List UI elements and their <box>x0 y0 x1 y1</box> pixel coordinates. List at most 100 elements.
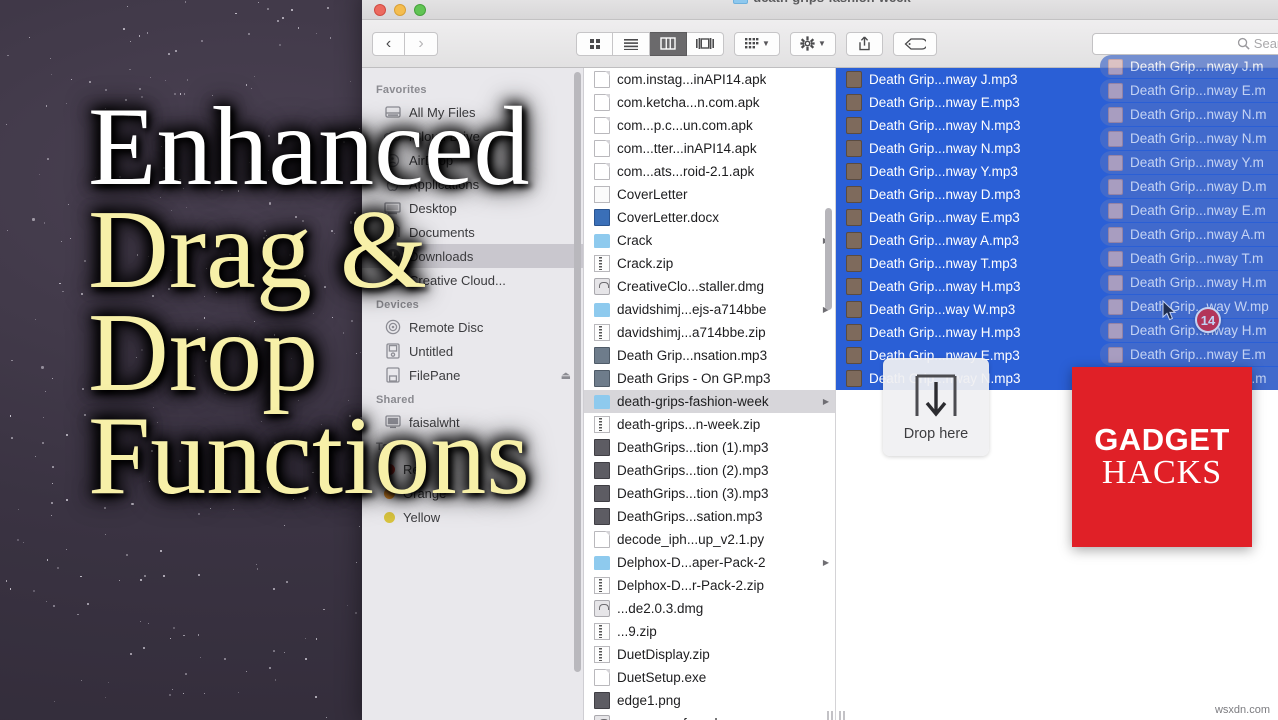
back-button[interactable]: ‹ <box>372 31 405 56</box>
zoom-button[interactable] <box>414 4 426 16</box>
search-field[interactable]: Search <box>1092 32 1278 55</box>
file-row[interactable]: Delphox-D...aper-Pack-2 ▶ <box>584 551 835 574</box>
file-row[interactable]: edge1.png <box>584 689 835 712</box>
file-row[interactable]: davidshimj...ejs-a714bbe▶ <box>584 298 835 321</box>
all-my-files-icon <box>384 105 401 120</box>
selected-file-row[interactable]: Death Grip...nway N.mp3 <box>836 114 1278 137</box>
file-row[interactable]: Crack.zip <box>584 252 835 275</box>
drop-target-panel[interactable]: Drop here <box>883 358 989 456</box>
zip-file-icon <box>594 255 610 272</box>
folder-icon <box>733 0 749 4</box>
sidebar-item-icloud-drive[interactable]: iCloud Drive <box>362 124 583 148</box>
orange-tag-dot <box>384 487 395 499</box>
file-row[interactable]: death-grips...n-week.zip <box>584 413 835 436</box>
sidebar-item-all-my-files[interactable]: All My Files <box>362 100 583 124</box>
file-row[interactable]: DuetDisplay.zip <box>584 643 835 666</box>
selected-file-row[interactable]: Death Grip...nway H.mp3 <box>836 321 1278 344</box>
sidebar-item-red[interactable]: Red <box>362 457 583 481</box>
sidebar-item-downloads[interactable]: Downloads <box>362 244 583 268</box>
sidebar-item-creative-cloud[interactable]: Creative Cloud... <box>362 268 583 292</box>
file-row[interactable]: CoverLetter.docx <box>584 206 835 229</box>
sidebar-item-yellow[interactable]: Yellow <box>362 505 583 529</box>
forward-button[interactable]: › <box>405 31 438 56</box>
file-list-column[interactable]: com.instag...inAPI14.apk com.ketcha...n.c… <box>584 68 836 720</box>
column-view-button[interactable] <box>650 31 687 56</box>
file-row[interactable]: com...p.c...un.com.apk <box>584 114 835 137</box>
disclosure-arrow-icon[interactable]: ▶ <box>823 397 829 406</box>
file-row[interactable]: DuetSetup.exe <box>584 666 835 689</box>
file-name: DeathGrips...tion (1).mp3 <box>617 440 769 455</box>
file-row[interactable]: DeathGrips...sation.mp3 <box>584 505 835 528</box>
nav-buttons[interactable]: ‹ › <box>372 31 438 56</box>
close-button[interactable] <box>374 4 386 16</box>
traffic-lights[interactable] <box>362 4 426 19</box>
tags-button[interactable] <box>893 31 937 56</box>
arrange-button[interactable]: ▼ <box>734 31 780 56</box>
file-row[interactable]: com...tter...inAPI14.apk <box>584 137 835 160</box>
sidebar-item-orange[interactable]: Orange <box>362 481 583 505</box>
tag-icon <box>904 37 926 50</box>
sidebar-item-remote-disc[interactable]: Remote Disc <box>362 315 583 339</box>
selected-file-row[interactable]: Death Grip...nway T.mp3 <box>836 252 1278 275</box>
selected-file-row[interactable]: Death Grip...nway J.mp3 <box>836 68 1278 91</box>
file-row[interactable]: davidshimj...a714bbe.zip <box>584 321 835 344</box>
file-row[interactable]: Death Grip...nsation.mp3 <box>584 344 835 367</box>
list-view-button[interactable] <box>613 31 650 56</box>
file-row[interactable]: Crack▶ <box>584 229 835 252</box>
file-row[interactable]: ...de2.0.3.dmg <box>584 597 835 620</box>
file-row[interactable]: CreativeClo...staller.dmg <box>584 275 835 298</box>
icon-view-button[interactable] <box>576 31 613 56</box>
folder-file-icon <box>594 555 610 570</box>
creative-cloud-icon <box>384 273 401 288</box>
file-row[interactable]: com.instag...inAPI14.apk <box>584 68 835 91</box>
zip-file-icon <box>594 623 610 640</box>
column-resize-grip[interactable] <box>837 706 846 720</box>
minimize-button[interactable] <box>394 4 406 16</box>
action-gear-button[interactable]: ▼ <box>790 31 836 56</box>
selected-file-row[interactable]: Death Grip...way W.mp3 <box>836 298 1278 321</box>
selected-file-row[interactable]: Death Grip...nway E.mp3 <box>836 91 1278 114</box>
sidebar-item-airdrop[interactable]: AirDrop <box>362 148 583 172</box>
file-name: DeathGrips...sation.mp3 <box>617 509 763 524</box>
hard-disk-icon <box>384 343 401 359</box>
file-row[interactable]: CoverLetter <box>584 183 835 206</box>
file-row[interactable]: ems_mac_free.dmg <box>584 712 835 720</box>
sidebar-item-label: faisalwht <box>409 414 460 430</box>
share-button[interactable] <box>846 31 883 56</box>
column-resize-grip[interactable] <box>825 706 834 720</box>
sidebar-item-applications[interactable]: Applications <box>362 172 583 196</box>
yellow-tag-dot <box>384 511 395 523</box>
sidebar-item-desktop[interactable]: Desktop <box>362 196 583 220</box>
file-row[interactable]: death-grips-fashion-week ▶ <box>584 390 835 413</box>
eject-icon[interactable]: ⏏ <box>561 369 571 382</box>
selected-file-row[interactable]: Death Grip...nway N.mp3 <box>836 137 1278 160</box>
sidebar-item-documents[interactable]: Documents <box>362 220 583 244</box>
file-name: Death Grip...nway E.mp3 <box>869 95 1020 110</box>
file-row[interactable]: DeathGrips...tion (3).mp3 <box>584 482 835 505</box>
sidebar-scrollbar[interactable] <box>574 72 581 672</box>
sidebar-item-untitled[interactable]: Untitled <box>362 339 583 363</box>
finder-sidebar[interactable]: Favorites All My Files iCloud Drive AirDrop… <box>362 68 584 720</box>
file-row[interactable]: decode_iph...up_v2.1.py <box>584 528 835 551</box>
file-row[interactable]: Death Grips - On GP.mp3 <box>584 367 835 390</box>
selected-file-row[interactable]: Death Grip...nway Y.mp3 <box>836 160 1278 183</box>
coverflow-view-button[interactable] <box>687 31 724 56</box>
file-row[interactable]: ...9.zip <box>584 620 835 643</box>
finder-toolbar: ‹ › ▼ ▼ Sea <box>362 20 1278 68</box>
sidebar-item-label: Red <box>403 461 427 477</box>
sidebar-item-faisalwht[interactable]: faisalwht <box>362 410 583 434</box>
file-row[interactable]: Delphox-D...r-Pack-2.zip <box>584 574 835 597</box>
selected-file-row[interactable]: Death Grip...nway A.mp3 <box>836 229 1278 252</box>
selected-file-row[interactable]: Death Grip...nway D.mp3 <box>836 183 1278 206</box>
view-mode-buttons[interactable] <box>576 31 724 56</box>
disclosure-arrow-icon[interactable]: ▶ <box>823 558 829 567</box>
sidebar-section-heading: Favorites <box>376 84 427 96</box>
file-row[interactable]: com...ats...roid-2.1.apk <box>584 160 835 183</box>
file-row[interactable]: com.ketcha...n.com.apk <box>584 91 835 114</box>
file-row[interactable]: DeathGrips...tion (1).mp3 <box>584 436 835 459</box>
sidebar-item-filepane[interactable]: FilePane ⏏ <box>362 363 583 387</box>
selected-file-row[interactable]: Death Grip...nway H.mp3 <box>836 275 1278 298</box>
selected-file-row[interactable]: Death Grip...nway E.mp3 <box>836 206 1278 229</box>
file-row[interactable]: DeathGrips...tion (2).mp3 <box>584 459 835 482</box>
file-column-scrollbar[interactable] <box>825 208 832 310</box>
